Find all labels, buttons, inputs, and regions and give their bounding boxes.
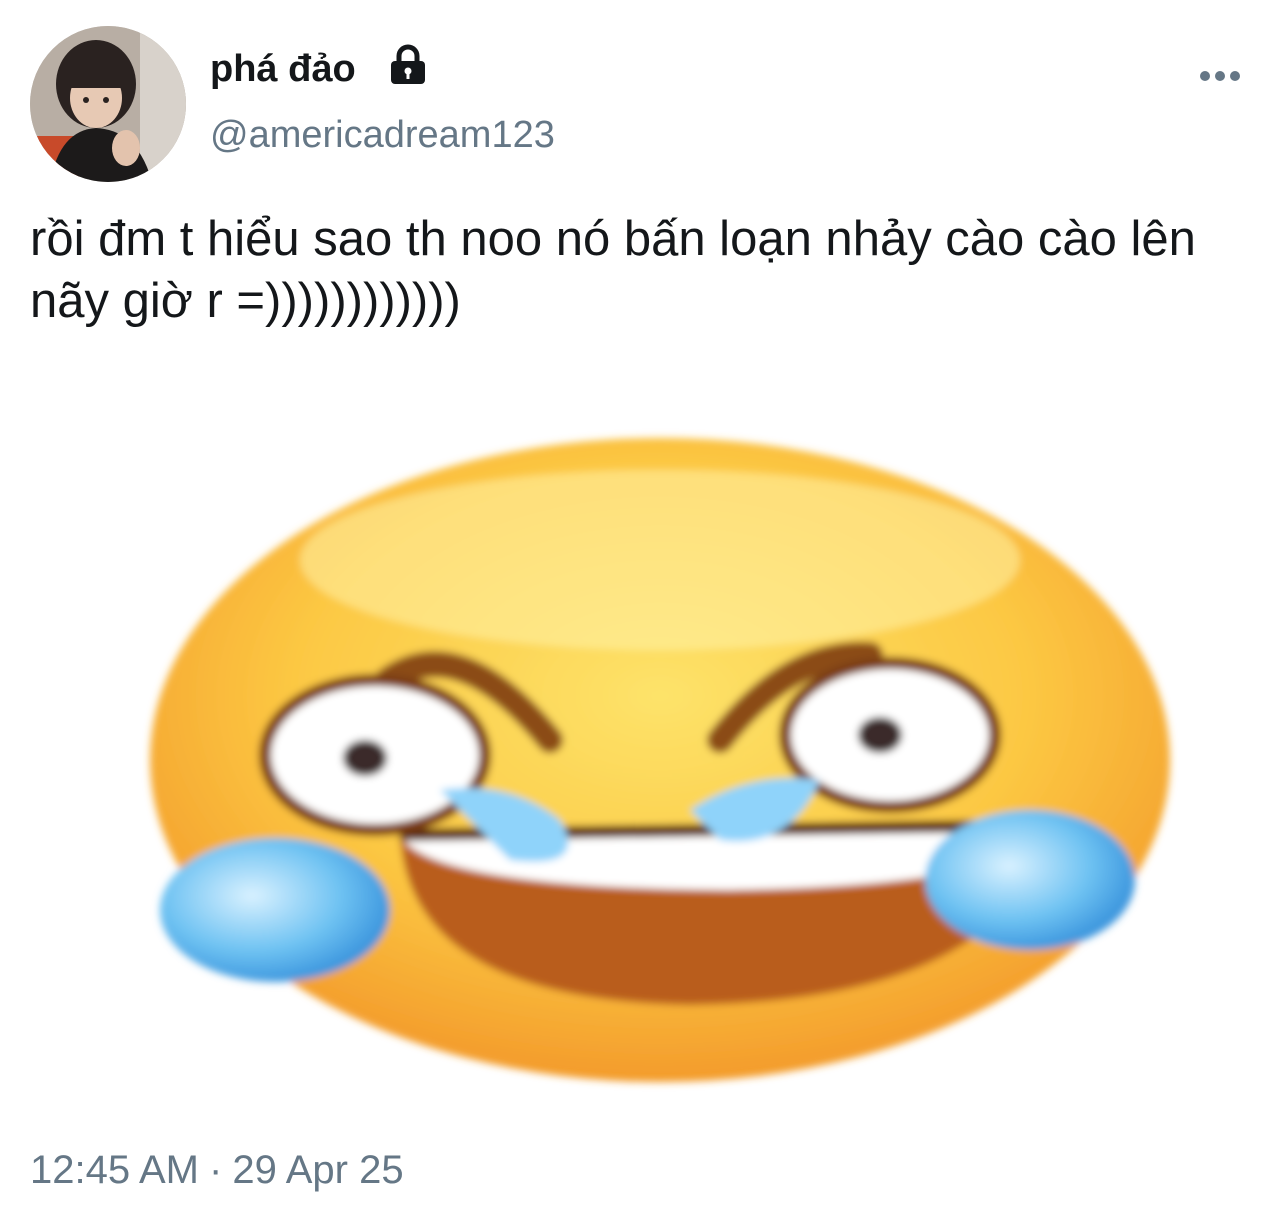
laughing-crying-emoji-image [150,438,1170,1082]
tweet-time: 12:45 AM [30,1148,200,1192]
lock-icon [391,44,425,84]
avatar-photo-icon [30,26,186,182]
tweet-date: 29 Apr 25 [232,1148,404,1192]
tweet: phá đảo @americadream123 rồi đm t hiểu s… [0,0,1284,1227]
avatar[interactable] [30,26,186,182]
more-options-button[interactable] [1190,56,1250,96]
author-handle[interactable]: @americadream123 [210,108,555,162]
more-horizontal-icon [1200,71,1240,81]
display-name[interactable]: phá đảo [210,42,356,96]
tweet-timestamp[interactable]: 12:45 AM · 29 Apr 25 [30,1142,404,1198]
tweet-media[interactable] [130,380,1190,1120]
timestamp-separator: · [209,1148,223,1192]
tweet-text: rồi đm t hiểu sao th noo nó bấn loạn nhả… [30,212,1196,328]
